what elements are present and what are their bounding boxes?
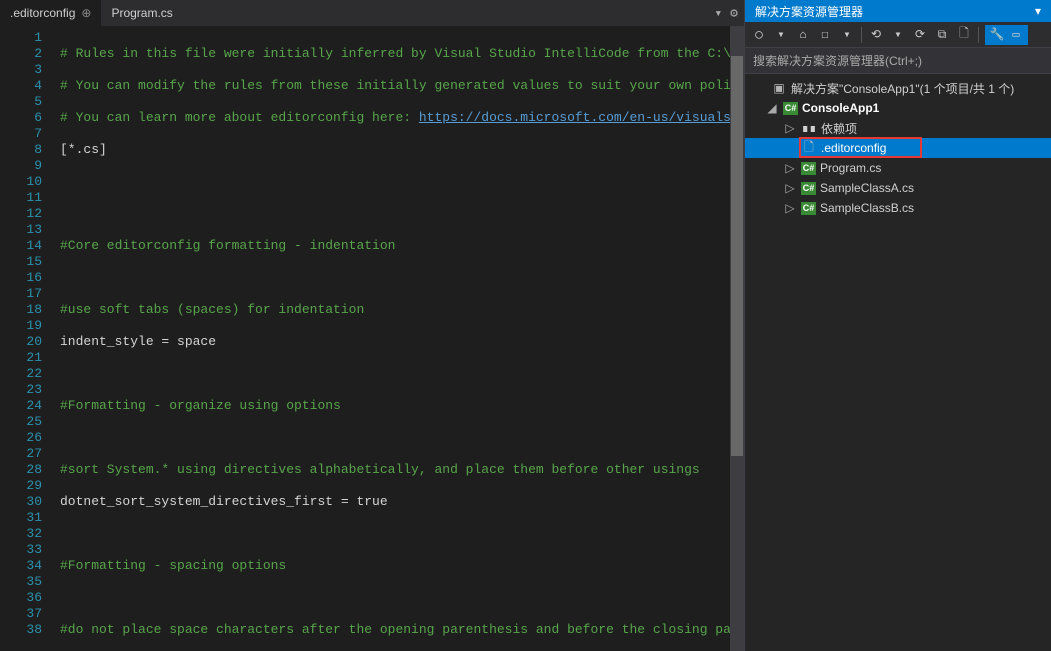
- cs-file-icon: C#: [801, 182, 816, 195]
- program-node[interactable]: ▷ C# Program.cs: [745, 158, 1051, 178]
- collapse-icon[interactable]: ⧉: [934, 27, 950, 43]
- solution-node[interactable]: ▣ 解决方案"ConsoleApp1"(1 个项目/共 1 个): [745, 78, 1051, 98]
- file-icon: 🗋: [801, 138, 817, 159]
- solution-label: 解决方案"ConsoleApp1"(1 个项目/共 1 个): [791, 80, 1014, 97]
- code-editor[interactable]: 1 2 3 4 5 6 7 8 9 10 11 12 13 14 15 16 1…: [0, 26, 744, 651]
- wrench-icon[interactable]: 🔧: [989, 27, 1005, 43]
- tab-bar: .editorconfig ⊕ Program.cs ▾ ⚙: [0, 0, 744, 26]
- csproj-icon: C#: [783, 102, 798, 115]
- dropdown-icon[interactable]: ▾: [714, 6, 722, 21]
- sync-drop-icon[interactable]: ▾: [890, 27, 906, 43]
- search-placeholder: 搜索解决方案资源管理器(Ctrl+;): [753, 54, 922, 68]
- deps-node[interactable]: ▷ ∎∎ 依赖项: [745, 118, 1051, 138]
- deps-icon: ∎∎: [801, 121, 817, 135]
- home-icon[interactable]: ⌂: [795, 27, 811, 43]
- code-content[interactable]: # Rules in this file were initially infe…: [60, 26, 744, 651]
- classB-node[interactable]: ▷ C# SampleClassB.cs: [745, 198, 1051, 218]
- back-icon[interactable]: ◯: [751, 27, 767, 43]
- tab-label: Program.cs: [111, 6, 172, 20]
- solution-icon: ▣: [771, 81, 787, 95]
- tab-program[interactable]: Program.cs: [101, 0, 182, 26]
- panel-search[interactable]: 搜索解决方案资源管理器(Ctrl+;): [745, 48, 1051, 74]
- properties-group[interactable]: 🔧 ▭: [985, 25, 1028, 45]
- gear-icon[interactable]: ⚙: [730, 6, 738, 21]
- classA-label: SampleClassA.cs: [820, 181, 914, 195]
- solution-tree: ▣ 解决方案"ConsoleApp1"(1 个项目/共 1 个) ◢ C# Co…: [745, 74, 1051, 222]
- expand-arrow-icon[interactable]: ◢: [765, 101, 779, 115]
- line-gutter: 1 2 3 4 5 6 7 8 9 10 11 12 13 14 15 16 1…: [0, 26, 60, 651]
- back-drop-icon[interactable]: ▾: [773, 27, 789, 43]
- panel-title-bar: 解决方案资源管理器 ▾: [745, 0, 1051, 22]
- doc-drop-icon[interactable]: ▾: [839, 27, 855, 43]
- project-node[interactable]: ◢ C# ConsoleApp1: [745, 98, 1051, 118]
- tab-editorconfig[interactable]: .editorconfig ⊕: [0, 0, 101, 26]
- cs-file-icon: C#: [801, 202, 816, 215]
- vertical-scrollbar[interactable]: [730, 26, 744, 651]
- scrollbar-thumb[interactable]: [731, 56, 743, 456]
- program-label: Program.cs: [820, 161, 881, 175]
- classB-label: SampleClassB.cs: [820, 201, 914, 215]
- deps-label: 依赖项: [821, 120, 857, 137]
- sync-icon[interactable]: ⟲: [868, 27, 884, 43]
- collapse-arrow-icon[interactable]: ▷: [783, 161, 797, 175]
- solution-explorer: 解决方案资源管理器 ▾ ◯ ▾ ⌂ ☐ ▾ ⟲ ▾ ⟳ ⧉ 🗋 🔧 ▭ 搜索解决…: [744, 0, 1051, 651]
- collapse-arrow-icon[interactable]: ▷: [783, 121, 797, 135]
- doc-icon[interactable]: ☐: [817, 27, 833, 43]
- collapse-arrow-icon[interactable]: ▷: [783, 181, 797, 195]
- editorconfig-node[interactable]: 🗋 .editorconfig: [745, 138, 1051, 158]
- editorconfig-label: .editorconfig: [821, 141, 886, 155]
- editor-pane: .editorconfig ⊕ Program.cs ▾ ⚙ 1 2 3 4 5…: [0, 0, 744, 651]
- tab-tools: ▾ ⚙: [714, 6, 744, 21]
- classA-node[interactable]: ▷ C# SampleClassA.cs: [745, 178, 1051, 198]
- project-label: ConsoleApp1: [802, 101, 879, 115]
- panel-dropdown-icon[interactable]: ▾: [1035, 4, 1041, 18]
- refresh-icon[interactable]: ⟳: [912, 27, 928, 43]
- tab-label: .editorconfig: [10, 6, 75, 20]
- prop-icon[interactable]: ▭: [1008, 27, 1024, 43]
- pin-icon[interactable]: ⊕: [81, 6, 91, 20]
- doc-link[interactable]: https://docs.microsoft.com/en-us/visuals…: [419, 110, 744, 125]
- show-all-icon[interactable]: 🗋: [956, 27, 972, 43]
- cs-file-icon: C#: [801, 162, 816, 175]
- collapse-arrow-icon[interactable]: ▷: [783, 201, 797, 215]
- panel-title-text: 解决方案资源管理器: [755, 3, 863, 20]
- panel-toolbar: ◯ ▾ ⌂ ☐ ▾ ⟲ ▾ ⟳ ⧉ 🗋 🔧 ▭: [745, 22, 1051, 48]
